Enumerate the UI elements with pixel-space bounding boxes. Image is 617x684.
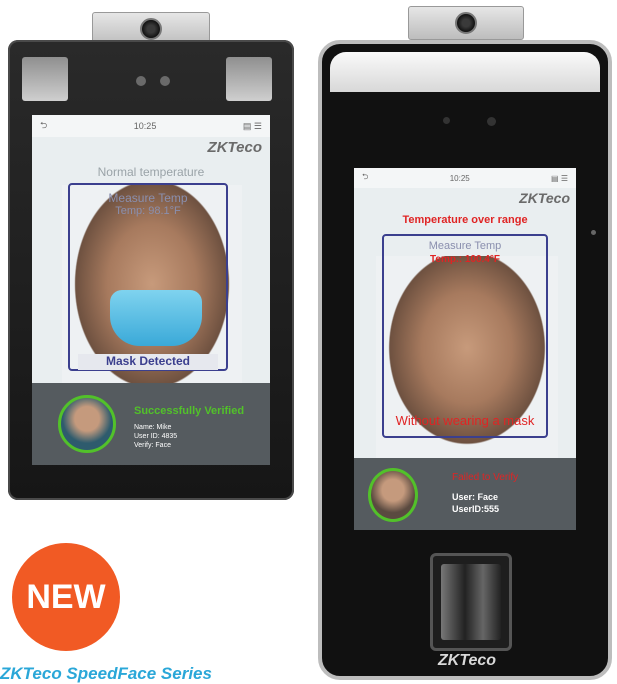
status-title: Normal temperature: [97, 165, 205, 179]
mask-status: Mask Detected: [78, 354, 218, 370]
ir-dot-icon: [136, 76, 146, 86]
back-icon[interactable]: ⮌: [40, 118, 47, 134]
right-camera-bar: [408, 6, 524, 40]
left-sensor-window: [22, 57, 68, 101]
brand-logo: ZKTeco: [519, 190, 570, 206]
user-name: Name: Mike: [134, 424, 172, 431]
user-avatar: [368, 468, 418, 522]
camera-lens-icon: [140, 18, 162, 40]
mask-warning: Without wearing a mask: [395, 413, 535, 428]
clock: 10:25: [133, 121, 157, 131]
new-badge: NEW: [12, 543, 120, 651]
clock: 10:25: [449, 173, 470, 183]
left-screen: ⮌ 10:25 ▤ ☰ ZKTeco Normal temperature Me…: [32, 115, 270, 465]
measure-label: Measure Temp: [428, 240, 502, 252]
ir-dot-icon: [443, 117, 450, 124]
right-sensor-window: [226, 57, 272, 101]
brand-logo: ZKTeco: [207, 139, 262, 156]
status-title: Temperature over range: [402, 214, 528, 226]
back-icon[interactable]: ⮌: [362, 171, 368, 185]
verify-result: Failed to Verify: [452, 472, 519, 483]
screen-topbar: ⮌ 10:25 ▤ ☰: [32, 115, 270, 137]
top-light-strip: [330, 52, 600, 92]
user-name: User: Face: [452, 492, 499, 502]
screen-topbar: ⮌ 10:25 ▤ ☰: [354, 168, 576, 188]
camera-lens-icon: [455, 12, 477, 34]
temp-reading: Temp.: 100.4°F: [430, 254, 500, 265]
ir-dot-icon: [487, 117, 496, 126]
user-id: UserID:555: [452, 504, 500, 514]
user-id: User ID: 4835: [134, 433, 178, 440]
menu-icon[interactable]: ▤ ☰: [243, 121, 262, 132]
menu-icon[interactable]: ▤ ☰: [551, 174, 568, 183]
product-caption: ZKTeco SpeedFace Series: [0, 664, 212, 683]
verify-mode: Verify: Face: [134, 442, 171, 449]
device-bottom-brand: ZKTeco: [438, 652, 497, 669]
temp-reading: Temp: 98.1°F: [115, 205, 181, 217]
fingerprint-glass: [441, 564, 501, 640]
user-avatar: [58, 395, 116, 453]
measure-label: Measure Temp: [108, 191, 188, 205]
right-screen: ⮌ 10:25 ▤ ☰ ZKTeco Temperature over rang…: [354, 168, 576, 530]
verify-result: Successfully Verified: [134, 405, 245, 417]
fingerprint-sensor[interactable]: [430, 553, 512, 651]
side-sensor-dot: [591, 230, 596, 235]
ir-dot-icon: [160, 76, 170, 86]
